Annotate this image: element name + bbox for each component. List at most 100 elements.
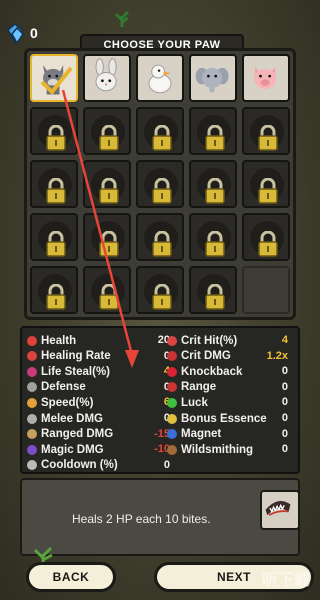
stat-label: Ranged DMG — [41, 428, 114, 441]
locked-pet-slot[interactable] — [30, 160, 78, 208]
stat-label: Magnet — [181, 428, 222, 441]
stat-row: Luck — [167, 395, 208, 410]
boot-icon — [27, 397, 37, 408]
locked-pet-slot[interactable] — [189, 160, 237, 208]
padlock-icon — [46, 178, 66, 204]
magic-icon — [27, 444, 37, 455]
pet-slot-elephant[interactable] — [189, 54, 237, 102]
essence-icon — [167, 413, 177, 424]
stat-label: Luck — [181, 396, 208, 409]
stat-label: Crit Hit(%) — [181, 334, 238, 347]
padlock-icon — [205, 231, 225, 257]
pet-slot-duck[interactable] — [136, 54, 184, 102]
padlock-icon — [258, 178, 278, 204]
stat-value: 0 — [281, 380, 288, 393]
stat-row: Magic DMG — [27, 442, 104, 457]
stat-row: Healing Rate — [27, 349, 111, 364]
shield-icon — [27, 382, 37, 393]
stat-row: Life Steal(%) — [27, 364, 110, 379]
stat-row: Crit Hit(%) — [167, 333, 237, 348]
stat-value: 4 — [281, 334, 288, 346]
padlock-icon — [46, 231, 66, 257]
locked-pet-slot[interactable] — [189, 107, 237, 155]
padlock-icon — [99, 178, 119, 204]
stat-label: Speed(%) — [41, 396, 94, 409]
locked-pet-slot[interactable] — [83, 160, 131, 208]
locked-pet-slot[interactable] — [30, 107, 78, 155]
stats-panel: Health20Healing Rate0Life Steal(%)4Defen… — [20, 326, 300, 474]
ability-description: Heals 2 HP each 10 bites. — [72, 512, 211, 526]
locked-pet-slot[interactable] — [136, 160, 184, 208]
stat-label: Crit DMG — [181, 350, 231, 363]
locked-pet-slot[interactable] — [136, 107, 184, 155]
bomb-icon — [167, 351, 177, 362]
stat-value: 0 — [281, 427, 288, 440]
clover-icon — [167, 397, 177, 408]
stat-row: Bonus Essence — [167, 411, 267, 426]
arrow-icon — [27, 429, 37, 440]
hammer-icon — [167, 444, 177, 455]
stat-row: Magnet — [167, 427, 221, 442]
locked-pet-slot[interactable] — [136, 266, 184, 314]
stat-row: Melee DMG — [27, 411, 103, 426]
stat-label: Range — [181, 381, 217, 394]
padlock-icon — [99, 284, 119, 310]
stat-value: 0 — [281, 365, 288, 378]
stat-value: 0 — [163, 458, 170, 471]
pig-icon — [254, 67, 277, 89]
cross-icon — [27, 351, 37, 362]
padlock-icon — [205, 178, 225, 204]
padlock-icon — [46, 125, 66, 151]
locked-pet-slot[interactable] — [30, 266, 78, 314]
padlock-icon — [258, 231, 278, 257]
locked-pet-slot[interactable] — [136, 213, 184, 261]
stat-row: Cooldown (%) — [27, 458, 118, 473]
locked-pet-slot[interactable] — [189, 266, 237, 314]
stat-row: Knockback — [167, 364, 242, 379]
stat-value: 1.2x — [266, 349, 288, 362]
stat-row: Speed(%) — [27, 395, 93, 410]
padlock-icon — [152, 178, 172, 204]
padlock-icon — [99, 231, 119, 257]
stat-value: 0 — [281, 443, 288, 456]
magnet-icon — [167, 429, 177, 440]
target-icon — [167, 382, 177, 393]
back-button[interactable]: BACK — [26, 562, 116, 592]
selected-check-icon — [40, 66, 73, 96]
padlock-icon — [205, 125, 225, 151]
drop-icon — [27, 366, 37, 377]
stat-row: Range — [167, 380, 216, 395]
stat-label: Life Steal(%) — [41, 365, 111, 378]
padlock-icon — [152, 125, 172, 151]
wolf-bite-icon — [260, 490, 300, 530]
padlock-icon — [152, 284, 172, 310]
padlock-icon — [205, 284, 225, 310]
locked-pet-slot[interactable] — [30, 213, 78, 261]
stat-row: Health — [27, 333, 76, 348]
padlock-icon — [46, 284, 66, 310]
pet-slot-rabbit[interactable] — [83, 54, 131, 102]
sword-icon — [27, 413, 37, 424]
stat-value: 0 — [281, 396, 288, 409]
stat-label: Bonus Essence — [181, 412, 267, 425]
stat-label: Healing Rate — [41, 350, 111, 363]
pet-slot-pig[interactable] — [242, 54, 290, 102]
stat-row: Defense — [27, 380, 86, 395]
locked-pet-slot[interactable] — [242, 160, 290, 208]
locked-pet-slot[interactable] — [189, 213, 237, 261]
stat-label: Cooldown (%) — [41, 459, 118, 472]
pet-grid — [24, 48, 296, 320]
locked-pet-slot[interactable] — [83, 213, 131, 261]
locked-pet-slot[interactable] — [83, 107, 131, 155]
duck-icon — [148, 64, 172, 94]
stat-row: Crit DMG — [167, 349, 231, 364]
stat-label: Health — [41, 334, 77, 347]
gem-icon — [7, 23, 24, 44]
locked-pet-slot[interactable] — [242, 107, 290, 155]
locked-pet-slot[interactable] — [242, 213, 290, 261]
stat-row: Wildsmithing — [167, 442, 253, 457]
pet-slot-wolf[interactable] — [30, 54, 78, 102]
locked-pet-slot[interactable] — [83, 266, 131, 314]
crit-icon — [167, 335, 177, 346]
padlock-icon — [258, 125, 278, 151]
